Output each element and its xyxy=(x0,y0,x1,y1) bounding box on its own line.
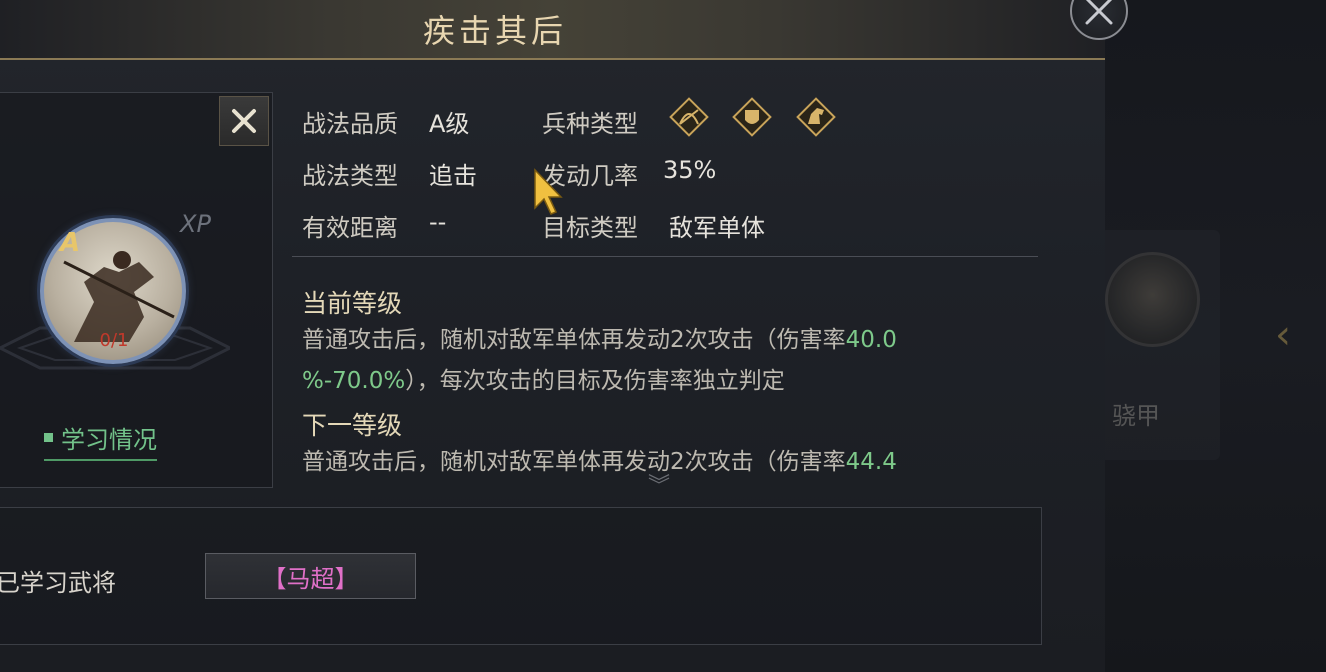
chevron-left-icon[interactable]: ‹ xyxy=(1275,312,1291,358)
close-icon xyxy=(1085,0,1113,25)
archer-icon xyxy=(669,97,709,137)
next-damage-min: 44.4 xyxy=(845,449,897,475)
shield-icon xyxy=(732,97,772,137)
learned-generals-box xyxy=(0,507,1042,645)
range-value: -- xyxy=(429,208,447,236)
close-button[interactable] xyxy=(219,96,269,146)
next-level-title: 下一等级 xyxy=(302,411,403,440)
current-level-text-cont: ），每次攻击的目标及伤害率独立判定 xyxy=(405,368,785,394)
close-icon xyxy=(232,109,256,133)
current-level-description: 普通攻击后，随机对敌军单体再发动2次攻击（伤害率40.0 %-70.0%），每次… xyxy=(302,320,1022,402)
learn-status-link[interactable]: 学习情况 xyxy=(44,420,157,461)
quality-badge: A xyxy=(60,228,81,258)
next-level-text: 普通攻击后，随机对敌军单体再发动2次攻击（伤害率 xyxy=(302,449,846,475)
learn-status-label: 学习情况 xyxy=(61,426,157,454)
skill-detail-panel: 疾击其后 A 0/1 XP 学习情况 战法品质 A级 战法类型 追击 有效距离 … xyxy=(0,0,1105,672)
divider xyxy=(292,256,1038,257)
window-title: 疾击其后 xyxy=(422,12,567,50)
range-label: 有效距离 xyxy=(302,214,398,242)
current-level-title: 当前等级 xyxy=(302,289,403,318)
type-label: 战法类型 xyxy=(302,162,398,190)
troop-type-label: 兵种类型 xyxy=(542,110,638,138)
background-portrait xyxy=(1105,252,1200,347)
quality-label: 战法品质 xyxy=(302,110,398,138)
xp-label: XP xyxy=(180,210,211,238)
bullet-icon xyxy=(44,433,53,442)
current-level-text: 普通攻击后，随机对敌军单体再发动2次攻击（伤害率 xyxy=(302,327,846,353)
learned-general-button[interactable]: 【马超】 xyxy=(205,553,416,599)
type-value: 追击 xyxy=(429,162,477,190)
quality-value: A级 xyxy=(429,110,470,138)
cursor-icon xyxy=(534,168,563,215)
chevron-down-icon[interactable]: ︾ xyxy=(648,468,670,500)
background-card-label: 骁甲 xyxy=(1112,402,1160,430)
title-bar: 疾击其后 xyxy=(0,0,1105,60)
target-type-value: 敌军单体 xyxy=(669,214,765,242)
cavalry-icon xyxy=(796,97,836,137)
trigger-rate-value: 35% xyxy=(663,156,717,184)
current-damage-range: %-70.0% xyxy=(302,368,406,394)
learned-generals-label: 已学习武将 xyxy=(0,569,116,597)
learn-count: 0/1 xyxy=(99,330,129,351)
current-damage-min: 40.0 xyxy=(845,327,897,353)
